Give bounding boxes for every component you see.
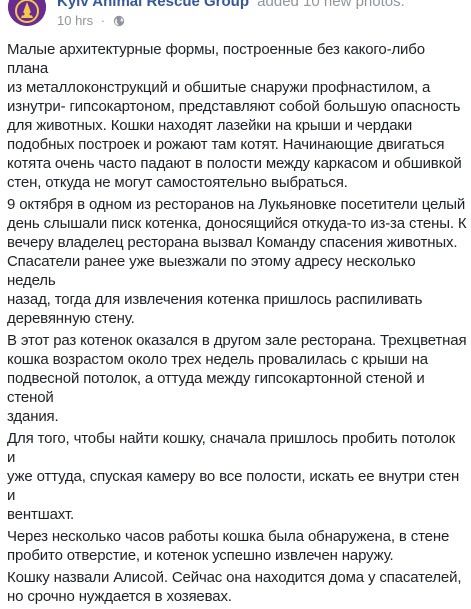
post-meta: 10 hrs · (57, 12, 125, 30)
post-text: Малые архитектурные формы, построенные б… (7, 40, 467, 609)
author-line: Kyiv Animal Rescue Group added 10 new ph… (57, 0, 405, 12)
post-timestamp-link[interactable]: 10 hrs (57, 13, 93, 28)
post-header: Kyiv Animal Rescue Group added 10 new ph… (0, 0, 471, 40)
author-name-link[interactable]: Kyiv Animal Rescue Group (57, 0, 249, 10)
post-paragraph: Малые архитектурные формы, построенные б… (7, 41, 462, 191)
post-paragraph: Для того, чтобы найти кошку, сначала при… (7, 430, 460, 523)
post-paragraph: Кошку назвали Алисой. Сейчас она находит… (7, 569, 462, 605)
post-paragraph: Через несколько часов работы кошка была … (7, 528, 450, 564)
page-avatar[interactable] (8, 0, 46, 26)
post-paragraph: 9 октября в одном из ресторанов на Лукья… (7, 196, 467, 327)
post-paragraph: В этот раз котенок оказался в другом зал… (7, 332, 467, 425)
meta-separator: · (100, 13, 106, 28)
globe-icon[interactable] (113, 14, 125, 27)
organization-logo-icon (8, 0, 46, 26)
post-action-text: added 10 new photos. (257, 0, 405, 10)
